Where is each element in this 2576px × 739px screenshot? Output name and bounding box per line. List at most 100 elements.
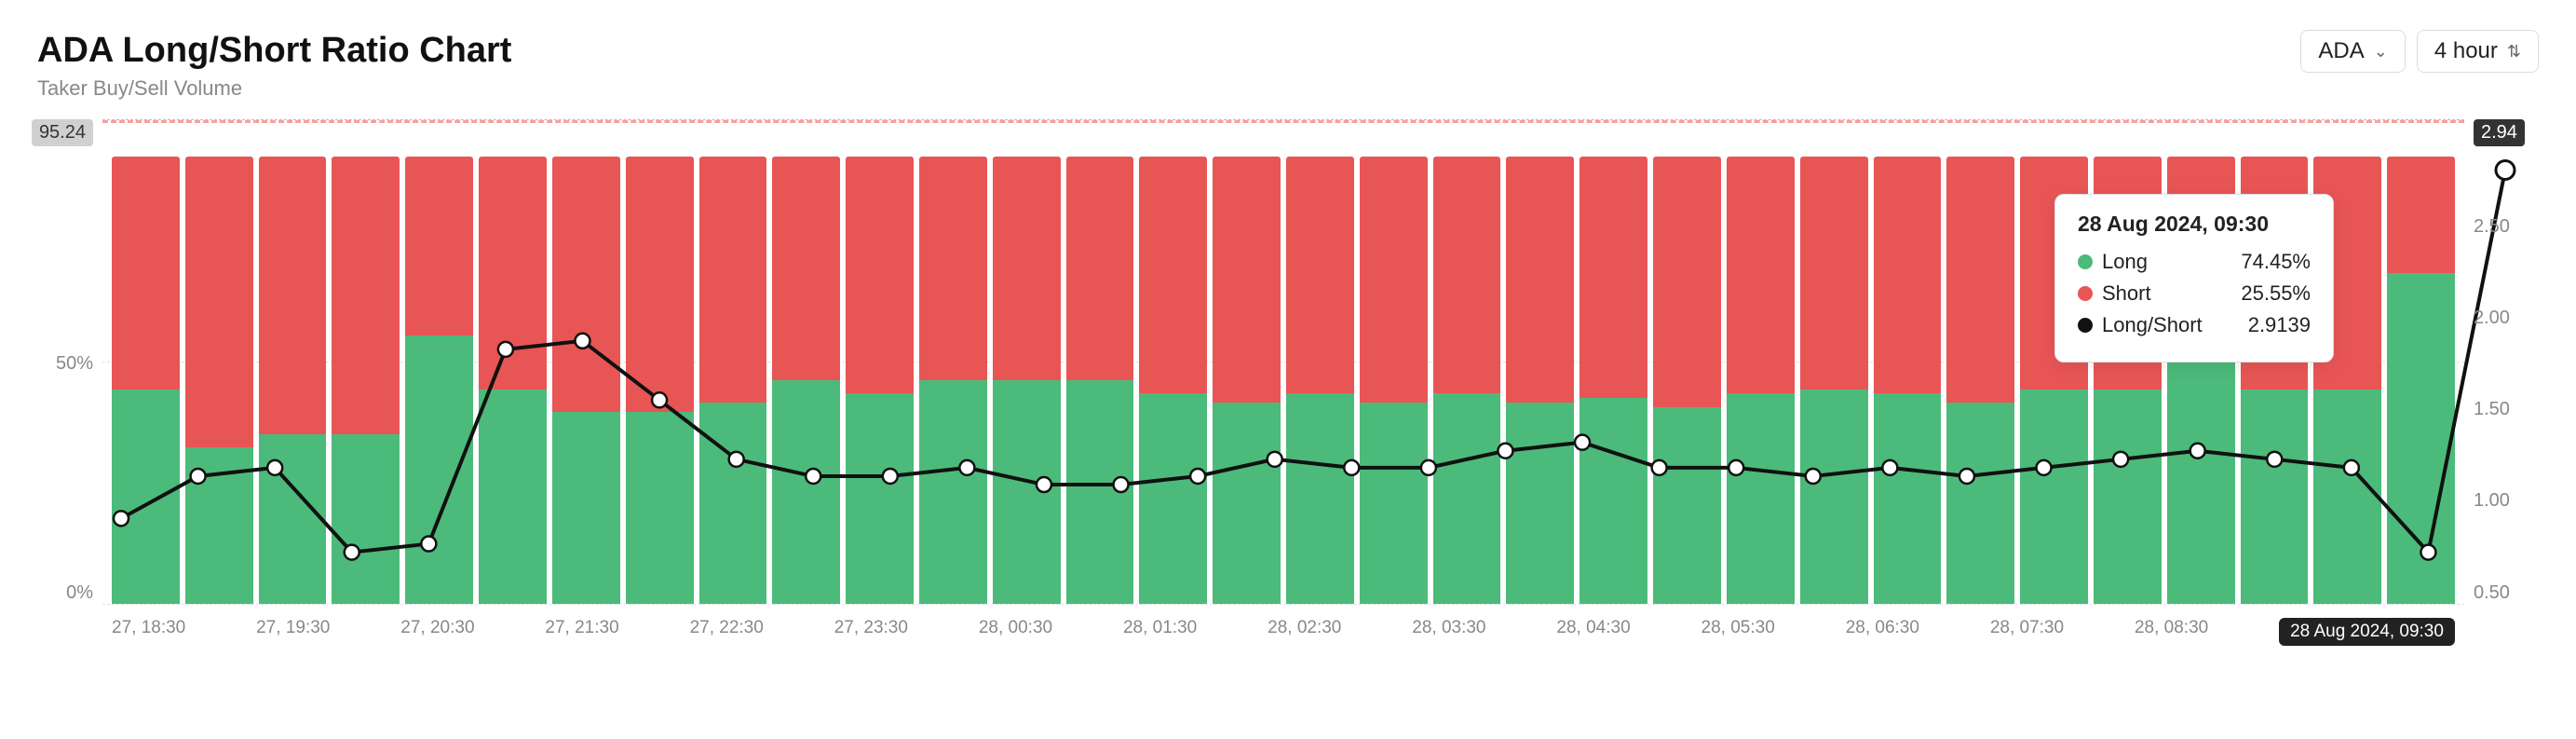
bar-red — [1360, 157, 1428, 403]
x-label: 28, 03:30 — [1412, 618, 1485, 646]
y-label-right-100: 1.00 — [2474, 490, 2510, 512]
bar-green — [1946, 403, 2014, 604]
tooltip-dot-short — [2078, 286, 2093, 301]
bar-stack — [479, 157, 547, 604]
tooltip-row-ratio: Long/Short 2.9139 — [2078, 313, 2311, 337]
bar-red — [1874, 157, 1942, 393]
bar-green — [919, 380, 987, 604]
bar-red — [405, 157, 473, 335]
symbol-chevron-icon: ⌄ — [2374, 42, 2388, 62]
tooltip-short-label: Short — [2102, 281, 2151, 306]
bar-red — [1653, 157, 1721, 407]
bar-stack — [772, 157, 840, 604]
bar-green — [552, 412, 620, 604]
bar-green — [1653, 407, 1721, 604]
symbol-dropdown[interactable]: ADA ⌄ — [2300, 30, 2405, 73]
bar-stack — [1800, 157, 1868, 604]
bar-stack — [405, 157, 473, 604]
bar-red — [1946, 157, 2014, 403]
bar-group — [1066, 119, 1134, 604]
chart-container: ADA Long/Short Ratio Chart Taker Buy/Sel… — [0, 0, 2576, 739]
bar-stack — [1066, 157, 1134, 604]
bar-green — [2020, 390, 2088, 604]
bar-green — [185, 447, 253, 604]
bar-group — [846, 119, 914, 604]
bar-green — [1433, 393, 1501, 604]
bar-group — [1800, 119, 1868, 604]
bar-green — [1727, 393, 1795, 604]
y-label-right-150: 1.50 — [2474, 399, 2510, 420]
tooltip-long-label: Long — [2102, 250, 2148, 274]
bar-green — [699, 403, 767, 604]
bar-group — [1433, 119, 1501, 604]
tooltip: 28 Aug 2024, 09:30 Long 74.45% Short 25.… — [2054, 194, 2334, 363]
bar-stack — [259, 157, 327, 604]
y-label-9524: 95.24 — [32, 119, 93, 146]
y-label-right-050: 0.50 — [2474, 582, 2510, 604]
bar-red — [993, 157, 1061, 380]
bar-green — [2094, 390, 2162, 604]
bar-green — [2167, 335, 2235, 604]
bar-stack — [993, 157, 1061, 604]
bar-stack — [1433, 157, 1501, 604]
x-label: 27, 20:30 — [400, 618, 474, 646]
bar-green — [1874, 393, 1942, 604]
y-label-right-250: 2.50 — [2474, 216, 2510, 238]
bar-red — [1139, 157, 1207, 393]
bar-green — [112, 390, 180, 604]
tooltip-date: 28 Aug 2024, 09:30 — [2078, 212, 2311, 237]
bar-green — [1506, 403, 1574, 604]
x-label: 28, 07:30 — [1990, 618, 2064, 646]
tooltip-row-long: Long 74.45% — [2078, 250, 2311, 274]
bar-group — [919, 119, 987, 604]
y-label-right-294: 2.94 — [2474, 119, 2525, 146]
bar-stack — [112, 157, 180, 604]
bar-group — [185, 119, 253, 604]
bar-red — [259, 157, 327, 434]
bar-group — [1139, 119, 1207, 604]
bar-green — [1579, 398, 1647, 604]
bar-green — [2387, 273, 2455, 604]
bar-group — [1360, 119, 1428, 604]
bar-green — [1066, 380, 1134, 604]
timeframe-dropdown[interactable]: 4 hour ⇅ — [2417, 30, 2539, 73]
bar-green — [1286, 393, 1354, 604]
x-label: 28, 05:30 — [1702, 618, 1775, 646]
bar-stack — [1506, 157, 1574, 604]
bar-red — [479, 157, 547, 390]
grid-line-0 — [102, 604, 2464, 605]
tooltip-row-short: Short 25.55% — [2078, 281, 2311, 306]
bar-red — [552, 157, 620, 412]
y-label-right-200: 2.00 — [2474, 308, 2510, 329]
bar-group — [1653, 119, 1721, 604]
x-label: 27, 23:30 — [834, 618, 908, 646]
bar-group — [405, 119, 473, 604]
bar-red — [332, 157, 400, 434]
bar-stack — [1653, 157, 1721, 604]
x-label: 28, 04:30 — [1556, 618, 1630, 646]
bar-green — [1139, 393, 1207, 604]
x-label: 28, 08:30 — [2135, 618, 2208, 646]
tooltip-ratio-label: Long/Short — [2102, 313, 2203, 337]
bar-group — [772, 119, 840, 604]
timeframe-label: 4 hour — [2434, 38, 2498, 64]
bar-stack — [1874, 157, 1942, 604]
tooltip-long-value: 74.45% — [2236, 250, 2311, 274]
bar-group — [699, 119, 767, 604]
chart-area: 95.24 50% 0% 2.94 2.50 2.00 1.50 1.00 0.… — [37, 119, 2539, 697]
bar-group — [332, 119, 400, 604]
bar-red — [2387, 157, 2455, 273]
bar-stack — [1579, 157, 1647, 604]
bar-red — [846, 157, 914, 393]
bar-red — [1066, 157, 1134, 380]
bar-group — [2387, 119, 2455, 604]
x-label: 27, 21:30 — [545, 618, 618, 646]
bar-red — [1213, 157, 1281, 403]
bar-stack — [552, 157, 620, 604]
symbol-label: ADA — [2318, 38, 2364, 64]
bar-stack — [332, 157, 400, 604]
timeframe-chevron-icon: ⇅ — [2507, 42, 2521, 62]
bar-group — [1213, 119, 1281, 604]
bar-stack — [1139, 157, 1207, 604]
bar-red — [1800, 157, 1868, 390]
